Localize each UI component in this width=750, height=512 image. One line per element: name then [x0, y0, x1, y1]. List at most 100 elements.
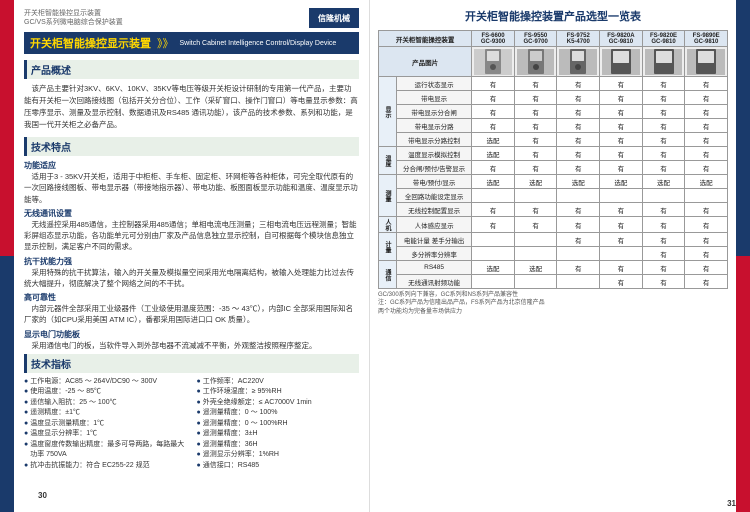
group-label-hmi: 人机 — [379, 217, 397, 233]
product-img-3 — [557, 47, 600, 77]
title-arrows: 》》 — [157, 35, 174, 51]
table-row: 人机 人体感应显示 有有有有有有 — [379, 217, 728, 233]
feature-label: 无线控制配置显示 — [396, 203, 471, 217]
table-header-row: 开关柜智能操控装置 FS-6600GC-9300 FS-9550GC-9700 … — [379, 31, 728, 47]
title-chinese: 开关柜智能操控显示装置 — [30, 35, 151, 51]
feature-label: 电能计量 差手分输出 — [396, 233, 471, 247]
table-row: 无线控制配置显示 有有有有有有 — [379, 203, 728, 217]
tech-specs-heading: 技术指标 — [24, 354, 359, 373]
spec-item: ● 遥测显示分辨率：1%RH — [197, 450, 360, 461]
product-img-2 — [514, 47, 557, 77]
spec-item: ● 遥测量精度：0 ～ 100%RH — [197, 419, 360, 430]
header-model1: FS-6600GC-9300 — [472, 31, 515, 47]
section2-heading: 技术特点 — [24, 137, 359, 156]
spec-item: ● 工作电源：AC85 ～ 264V/DC90 ～ 300V — [24, 377, 187, 388]
table-row: 带电显示分路 有有有有有有 — [379, 119, 728, 133]
spec-item: ● 遥测精度：±1℃ — [24, 408, 187, 419]
product-img-1 — [472, 47, 515, 77]
product-img-6 — [685, 47, 728, 77]
table-row: 温度 温度显示模拟控制 选配有有有有有 — [379, 147, 728, 161]
group-label-meter: 计量 — [379, 233, 397, 261]
right-page: 开关柜智能操控装置产品选型一览表 开关柜智能操控装置 FS-6600GC-930… — [370, 0, 750, 512]
spec-item: ● 工作频率：AC220V — [197, 377, 360, 388]
table-row: 带电显示 有有有有有有 — [379, 91, 728, 105]
feature-label: 温度显示模拟控制 — [396, 147, 471, 161]
feature-label: 带电显示 — [396, 91, 471, 105]
feature-label: 多分辨率分辨率 — [396, 247, 471, 261]
table-row: 通信 RS485 选配选配有有有有 — [379, 261, 728, 275]
spec-item: ● 抗冲击抗振能力：符合 EC255-22 规范 — [24, 461, 187, 472]
specs-col2: ● 工作频率：AC220V ● 工作环境湿度：≥ 95%RH ● 外壳全绝缘额定… — [197, 377, 360, 472]
feature-label: RS485 — [396, 261, 471, 275]
feature-item: 抗干扰能力强 采用特殊的抗干扰算法，输入的开关量及模拟量空间采用光电隔离结构，被… — [24, 256, 359, 290]
header-model6: FS-9890EGC-9810 — [685, 31, 728, 47]
feature-label: 分合闸/预付/告警显示 — [396, 161, 471, 175]
feature-item: 无线通讯设置 无线遥控采用485通信，主控制器采用485通信；单相电流电压测量；… — [24, 208, 359, 253]
left-page: 开关柜智能操控显示装置 GC/VS系列微电脑综合保护装置 信隆机械 开关柜智能操… — [0, 0, 370, 512]
table-row: 计量 电能计量 差手分输出 有有有有 — [379, 233, 728, 247]
spec-item: ● 通信接口：RS485 — [197, 461, 360, 472]
header-model4: FS-9820AGC-9810 — [600, 31, 643, 47]
header-model2: FS-9550GC-9700 — [514, 31, 557, 47]
header-text: 开关柜智能操控显示装置 GC/VS系列微电脑综合保护装置 — [24, 9, 123, 27]
table-row: 带电显示分路控制 选配有有有有有 — [379, 133, 728, 147]
spec-item: ● 遥测量精度：3±H — [197, 429, 360, 440]
spec-item: ● 遥信输入阻抗：25 ～ 100℃ — [24, 398, 187, 409]
table-row: 多分辨率分辨率 有有 — [379, 247, 728, 261]
feature-item: 功能适应 适用于3 - 35KV开关柜，适用于中柜柜、手车柜、固定柜、环网柜等各… — [24, 160, 359, 205]
table-row: 全回路功能设定显示 — [379, 189, 728, 203]
page-number-left: 30 — [38, 491, 47, 500]
product-image-row: 产品图片 — [379, 47, 728, 77]
spec-item: ● 温度显示分辨率：1℃ — [24, 429, 187, 440]
section1-heading: 产品概述 — [24, 60, 359, 79]
header-model3: FS-9752K5-4700 — [557, 31, 600, 47]
page-header: 开关柜智能操控显示装置 GC/VS系列微电脑综合保护装置 信隆机械 — [24, 8, 359, 28]
product-image-label: 产品图片 — [379, 47, 472, 77]
table-row: 测量 带电/预付/显示 选配选配选配选配选配选配 — [379, 175, 728, 189]
table-row: 无线通讯射频功能 有有有 — [379, 275, 728, 289]
feature-label: 带电显示分路 — [396, 119, 471, 133]
company-logo: 信隆机械 — [309, 8, 359, 28]
feature-label: 带电显示分合闸 — [396, 105, 471, 119]
spec-item: ● 外壳全绝缘额定：≤ AC7000V 1min — [197, 398, 360, 409]
table-row: 显示 运行状态显示 有有有有有有 — [379, 77, 728, 91]
header-model5: FS-9820EGC-9810 — [642, 31, 685, 47]
table-row: 分合闸/预付/告警显示 有有有有有有 — [379, 161, 728, 175]
product-img-4 — [600, 47, 643, 77]
title-english: Switch Cabinet Intelligence Control/Disp… — [180, 40, 337, 47]
table-footnote: GC/300系列向下兼容，GC系列和NS系列产品兼容性 注：GC系列产品为信隆出… — [378, 291, 728, 316]
page-number-right: 31 — [727, 499, 736, 508]
feature-item: 显示电门功能板 采用通信电门的板，当软件导入到外部电器不流减减不平衡，外观整洁按… — [24, 329, 359, 351]
group-label-display: 显示 — [379, 77, 397, 147]
spec-item: ● 温度显示测量精度：1℃ — [24, 419, 187, 430]
group-label-comms: 通信 — [379, 261, 397, 289]
logo-area: 信隆机械 — [309, 8, 359, 28]
feature-label: 无线通讯射频功能 — [396, 275, 471, 289]
table-row: 带电显示分合闸 有有有有有有 — [379, 105, 728, 119]
left-sidebar-decoration — [0, 0, 14, 512]
header-product: 开关柜智能操控装置 — [379, 31, 472, 47]
product-img-5 — [642, 47, 685, 77]
feature-label: 带电/预付/显示 — [396, 175, 471, 189]
spec-item: ● 使用温度：-25 ～ 85℃ — [24, 387, 187, 398]
specs-grid: ● 工作电源：AC85 ～ 264V/DC90 ～ 300V ● 使用温度：-2… — [24, 377, 359, 472]
feature-label: 全回路功能设定显示 — [396, 189, 471, 203]
right-sidebar-decoration — [736, 0, 750, 512]
product-selection-table: 开关柜智能操控装置 FS-6600GC-9300 FS-9550GC-9700 … — [378, 30, 728, 289]
group-label-temp: 温度 — [379, 147, 397, 175]
feature-item: 高可靠性 内部元器件全部采用工业级器件（工业级使用温度范围：-35 ～ 43℃）… — [24, 292, 359, 326]
section1-content: 该产品主要针对3KV、6KV、10KV、35KV等电压等级开关柜设计研制的专用第… — [24, 83, 359, 131]
feature-label: 带电显示分路控制 — [396, 133, 471, 147]
spec-item: ● 工作环境湿度：≥ 95%RH — [197, 387, 360, 398]
right-content: 开关柜智能操控装置产品选型一览表 开关柜智能操控装置 FS-6600GC-930… — [378, 8, 728, 504]
right-page-title: 开关柜智能操控装置产品选型一览表 — [378, 8, 728, 24]
feature-label: 人体感应显示 — [396, 217, 471, 233]
title-bar: 开关柜智能操控显示装置 》》 Switch Cabinet Intelligen… — [24, 32, 359, 54]
spec-item: ● 温度窗度传数输出精度：最多可导两路，每路最大功率 750VA — [24, 440, 187, 461]
group-label-measure: 测量 — [379, 175, 397, 217]
spec-item: ● 遥测量精度：0 ～ 100% — [197, 408, 360, 419]
specs-col1: ● 工作电源：AC85 ～ 264V/DC90 ～ 300V ● 使用温度：-2… — [24, 377, 187, 472]
spec-item: ● 遥测量精度：36H — [197, 440, 360, 451]
feature-label: 运行状态显示 — [396, 77, 471, 91]
features-list: 功能适应 适用于3 - 35KV开关柜，适用于中柜柜、手车柜、固定柜、环网柜等各… — [24, 160, 359, 351]
